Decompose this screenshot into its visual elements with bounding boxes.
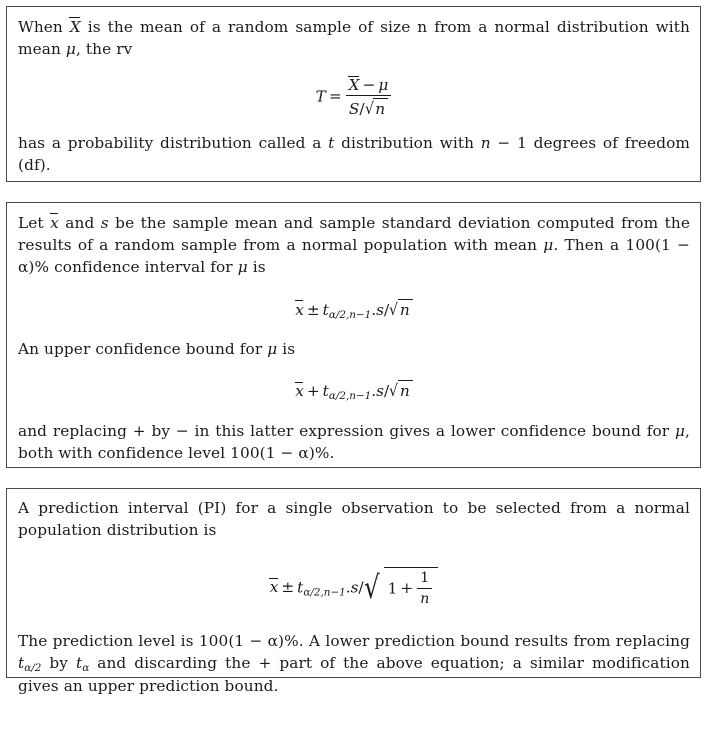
square-root-icon: √ n (389, 298, 413, 319)
pi-paragraph-1: A prediction interval (PI) for a single … (18, 499, 690, 539)
n-symbol: n (480, 133, 491, 152)
radical-sign: √ (389, 299, 399, 319)
radicand: n (397, 298, 413, 319)
prediction-interval-box: A prediction interval (PI) for a single … (6, 488, 701, 695)
s-symbol: S (348, 100, 360, 119)
theorem-text-1a: When (18, 18, 70, 36)
ci-text-1f: is (247, 257, 266, 276)
theorem-box-t-distribution: When X is the mean of a random sample of… (6, 6, 701, 182)
theorem-text-1c: , the rv (75, 39, 133, 58)
x-bar-symbol: x (49, 212, 59, 235)
square-root-icon: √ n (365, 98, 389, 118)
ci-text-3c: . (329, 444, 335, 463)
plus-minus-sign: ± (281, 578, 295, 597)
t-subscript: α/2 (24, 661, 42, 674)
pi-text-2a: The prediction level is (18, 631, 199, 650)
s-symbol: s (376, 300, 385, 319)
mu-symbol: μ (543, 235, 554, 254)
mu-symbol: μ (65, 39, 76, 58)
t-subscript: α/2,n−1 (303, 586, 346, 599)
x-bar-symbol: x (269, 578, 279, 597)
ci-text-1b: and (58, 214, 101, 232)
ci-text-1d: . Then a (553, 235, 626, 254)
pi-text-2b: . A lower prediction bound results from … (298, 631, 690, 650)
mu-symbol: μ (267, 340, 278, 359)
formula-sheet-page: When X is the mean of a random sample of… (0, 0, 707, 732)
plus-minus-sign: ± (306, 300, 320, 319)
one-over-n-fraction: 1n (417, 570, 433, 608)
radicand: n (373, 98, 389, 118)
radical-sign: √ (389, 381, 399, 401)
plus-sign: + (306, 382, 320, 401)
s-symbol: s (100, 214, 109, 232)
radicand: n (397, 380, 413, 400)
ci-paragraph-1: Let x and s be the sample mean and sampl… (18, 212, 690, 279)
mu-symbol: μ (674, 422, 686, 441)
ci-paragraph-3: and replacing + by − in this latter expr… (18, 421, 690, 465)
ci-text-2a: An upper confidence bound for (18, 340, 268, 359)
x-bar-symbol: x (294, 300, 304, 319)
radicand: 1 +1 n (383, 566, 439, 610)
ci-text-1a: Let (18, 214, 51, 232)
confidence-interval-box: Let x and s be the sample mean and sampl… (6, 202, 701, 468)
pi-text-2c: by (41, 653, 76, 672)
t-statistic-fraction: X − μ S/√ n (345, 75, 392, 119)
ci-text-3a: and replacing + by − in this latter expr… (18, 422, 675, 441)
ci-text-2b: is (277, 340, 296, 359)
ci-text-1e: confidence interval for (49, 257, 238, 276)
x-bar-symbol: X (69, 16, 81, 39)
theorem-text-2a: has a probability distribution called a (18, 133, 329, 152)
equation-upper-confidence-bound: x + tα/2,n−1.s/√ n (18, 380, 690, 402)
minus-sign: − (362, 75, 376, 94)
theorem-paragraph-2: has a probability distribution called a … (18, 133, 690, 177)
ci-paragraph-2: An upper confidence bound for μ is (18, 339, 690, 361)
mu-symbol: μ (237, 257, 248, 276)
x-bar-symbol: x (294, 382, 304, 401)
t-statistic-denominator: S/√ n (345, 95, 392, 119)
pi-text-2d: and discarding the + part of the above e… (18, 653, 690, 695)
fraction-denominator: n (417, 587, 433, 608)
square-root-icon: √ 1 +1 n (363, 566, 439, 610)
pi-paragraph-2: The prediction level is 100(1 − α)%. A l… (18, 631, 690, 698)
equation-t-statistic: T = X − μ S/√ n (18, 75, 690, 119)
square-root-icon: √ n (389, 380, 413, 400)
mu-symbol: μ (378, 75, 389, 94)
one-literal: 1 (387, 579, 398, 598)
theorem-paragraph-1: When X is the mean of a random sample of… (18, 16, 690, 61)
one-literal: 1 (517, 133, 527, 152)
equation-confidence-interval: x ± tα/2,n−1.s/√ n (18, 298, 690, 321)
radical-sign: √ (363, 569, 380, 606)
t-subscript: α/2,n−1 (328, 308, 372, 321)
radical-sign: √ (364, 98, 374, 119)
plus-sign: + (400, 579, 414, 598)
pi-prediction-level: 100(1 − α)% (198, 631, 299, 650)
s-symbol: s (376, 382, 385, 401)
theorem-text-2b: distribution with (334, 133, 481, 152)
t-statistic-lhs: T (315, 87, 326, 106)
minus-sign: − (490, 133, 518, 152)
x-bar-symbol: X (348, 75, 360, 94)
t-subscript: α/2,n−1 (328, 390, 372, 403)
equals-sign: = (328, 87, 342, 106)
fraction-numerator: 1 (420, 570, 430, 587)
equation-prediction-interval: x ± tα/2,n−1.s/√ 1 +1 n (18, 566, 690, 610)
ci-confidence-level-2: 100(1 − α)% (230, 444, 330, 463)
s-symbol: s (350, 578, 359, 597)
t-statistic-numerator: X − μ (346, 75, 392, 95)
